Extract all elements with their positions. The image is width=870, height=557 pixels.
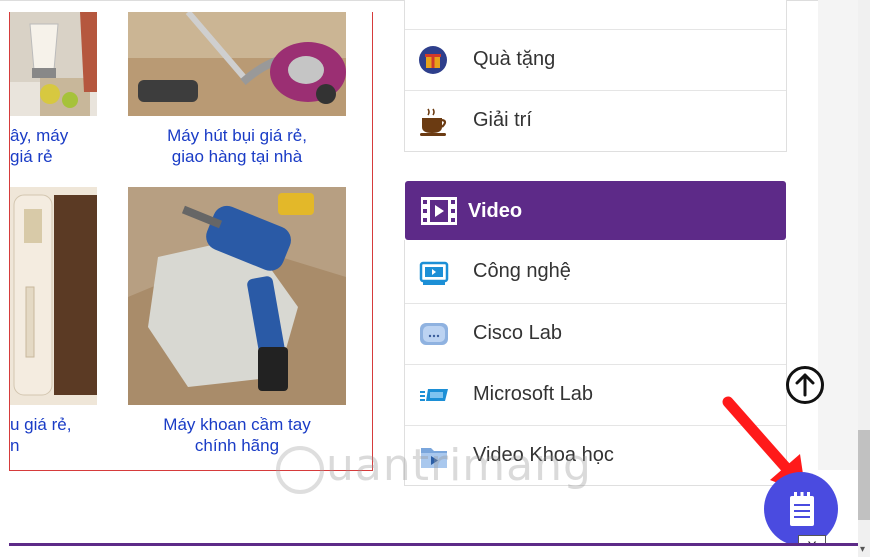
caption-line[interactable]: n <box>10 435 90 456</box>
menu-item-label[interactable]: Công nghệ <box>473 260 571 283</box>
product-caption-vacuum[interactable]: Máy hút bụi giá rẻ, giao hàng tại nhà <box>128 125 346 167</box>
caption-line[interactable]: Máy hút bụi giá rẻ, <box>128 125 346 146</box>
product-image-vacuum[interactable] <box>128 12 346 116</box>
caption-line[interactable]: giao hàng tại nhà <box>128 146 346 167</box>
menu-item-label[interactable]: Microsoft Lab <box>473 383 593 406</box>
category-menu-top: Quà tặng Giải trí <box>404 0 787 152</box>
menu-item-cisco-lab[interactable]: Cisco Lab <box>405 303 786 363</box>
notepad-icon <box>790 492 814 526</box>
gift-icon <box>419 46 447 74</box>
product-caption-blender[interactable]: ây, máy giá rẻ <box>10 125 90 167</box>
caption-line[interactable]: ây, máy <box>10 125 90 146</box>
microsoft-icon <box>419 381 448 409</box>
menu-item-entertainment[interactable]: Giải trí <box>405 90 786 150</box>
page-side-gutter <box>818 0 858 470</box>
scrollbar-thumb[interactable] <box>858 430 870 520</box>
bottom-divider <box>9 543 858 557</box>
product-image-blender[interactable] <box>10 12 97 116</box>
product-ads-panel: ây, máy giá rẻ Máy hút bụi giá rẻ, giao … <box>9 12 373 471</box>
product-image-heater[interactable] <box>10 187 97 405</box>
watermark-text: uantrimang <box>326 440 592 491</box>
product-caption-heater[interactable]: u giá rẻ, n <box>10 414 90 456</box>
watermark-logo-icon <box>276 446 324 494</box>
film-icon <box>421 197 457 230</box>
menu-item-label[interactable]: Cisco Lab <box>473 322 562 345</box>
caption-line[interactable]: Máy khoan cầm tay <box>128 414 346 435</box>
scroll-down-arrow-icon[interactable]: ▾ <box>860 544 865 555</box>
cisco-icon <box>419 320 448 348</box>
monitor-icon <box>419 258 449 286</box>
menu-item-label[interactable]: Quà tặng <box>473 48 555 71</box>
video-section-header[interactable]: Video <box>405 181 786 240</box>
menu-item-gifts[interactable]: Quà tặng <box>405 29 786 89</box>
menu-item-label[interactable]: Giải trí <box>473 109 532 132</box>
product-image-drill[interactable] <box>128 187 346 405</box>
coffee-icon <box>419 107 447 136</box>
caption-line[interactable]: giá rẻ <box>10 146 90 167</box>
caption-line[interactable]: u giá rẻ, <box>10 414 90 435</box>
menu-item-technology[interactable]: Công nghệ <box>405 242 786 302</box>
video-section-title[interactable]: Video <box>468 200 522 223</box>
